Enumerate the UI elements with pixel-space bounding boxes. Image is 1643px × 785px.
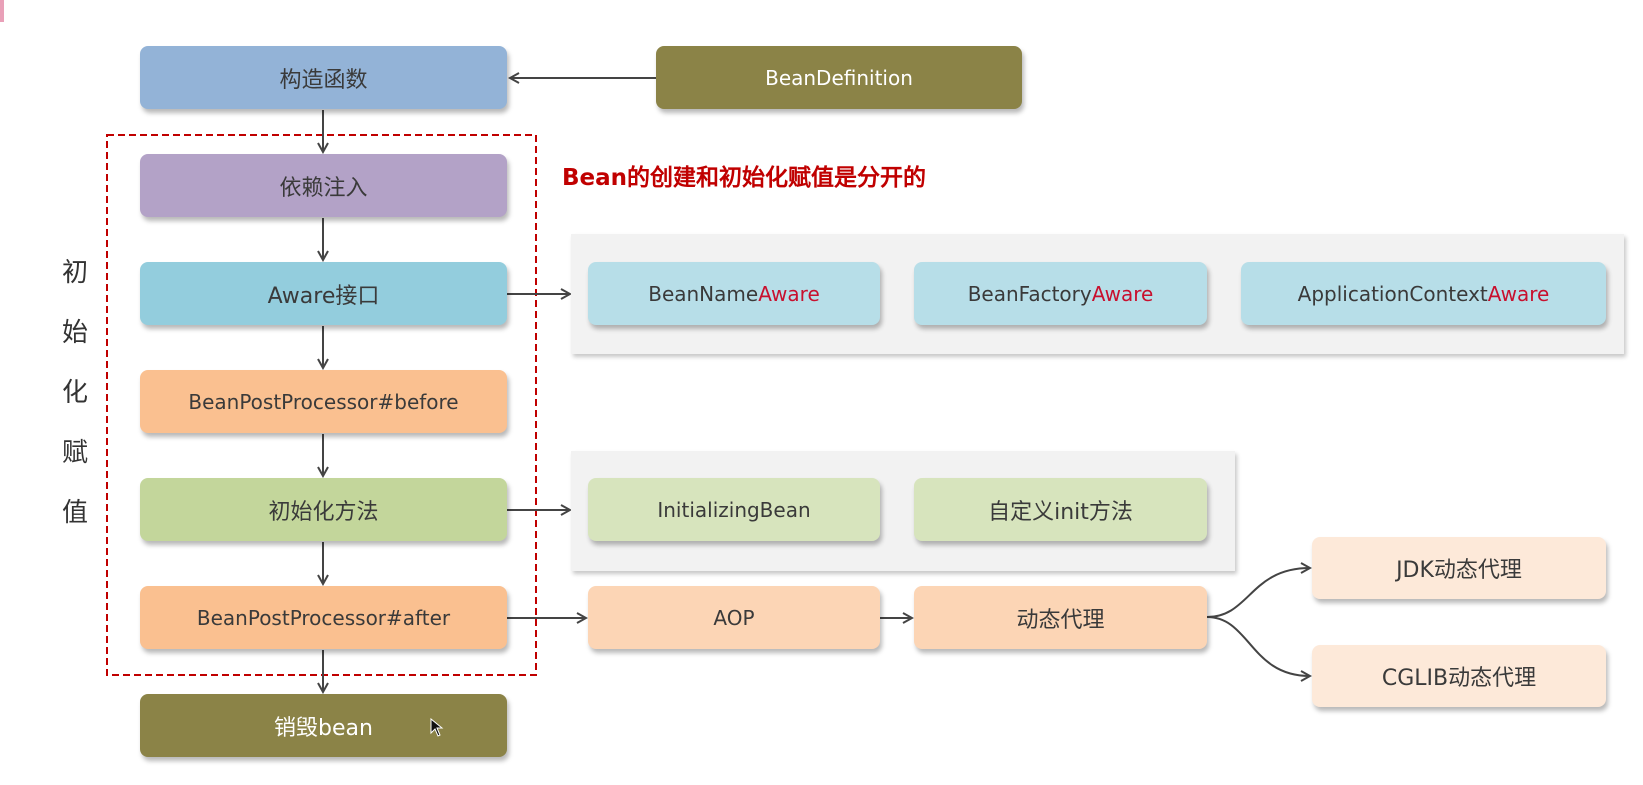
mouse-cursor-icon bbox=[430, 718, 444, 737]
aware-item-prefix: BeanName bbox=[648, 281, 759, 306]
aware-item-prefix: ApplicationContext bbox=[1297, 281, 1488, 306]
side-label-2: 化 bbox=[61, 378, 88, 408]
aware-item-suffix: Aware bbox=[758, 281, 820, 306]
bean-definition-box: BeanDefinition bbox=[656, 46, 1022, 109]
init-method-box: 初始化方法 bbox=[140, 478, 507, 541]
destroy-bean-box: 销毁bean bbox=[140, 694, 507, 757]
bpp-after-box: BeanPostProcessor#after bbox=[140, 586, 507, 649]
constructor-box: 构造函数 bbox=[140, 46, 507, 109]
aware-interface-box: Aware接口 bbox=[140, 262, 507, 325]
aware-item-prefix: BeanFactory bbox=[967, 281, 1092, 306]
aware-item-bean-name: BeanName Aware bbox=[588, 262, 880, 325]
side-label-3: 赋 bbox=[61, 438, 88, 468]
aware-item-bean-factory: BeanFactory Aware bbox=[914, 262, 1207, 325]
initializing-bean-box: InitializingBean bbox=[588, 478, 880, 541]
cglib-proxy-box: CGLIB动态代理 bbox=[1312, 645, 1606, 707]
bpp-before-box: BeanPostProcessor#before bbox=[140, 370, 507, 433]
custom-init-method-box: 自定义init方法 bbox=[914, 478, 1207, 541]
aware-item-application-context: ApplicationContext Aware bbox=[1241, 262, 1606, 325]
side-label-0: 初 bbox=[61, 258, 88, 288]
dynamic-proxy-box: 动态代理 bbox=[914, 586, 1207, 649]
jdk-proxy-box: JDK动态代理 bbox=[1312, 537, 1606, 599]
side-label-1: 始 bbox=[61, 318, 88, 348]
aop-box: AOP bbox=[588, 586, 880, 649]
arrow-proxy-to-cglib bbox=[1206, 616, 1310, 676]
side-label-4: 值 bbox=[61, 498, 88, 528]
aware-item-suffix: Aware bbox=[1487, 281, 1550, 306]
dependency-injection-box: 依赖注入 bbox=[140, 154, 507, 217]
note-title: Bean的创建和初始化赋值是分开的 bbox=[562, 165, 927, 191]
arrow-proxy-to-jdk bbox=[1206, 568, 1310, 618]
aware-item-suffix: Aware bbox=[1091, 281, 1154, 306]
